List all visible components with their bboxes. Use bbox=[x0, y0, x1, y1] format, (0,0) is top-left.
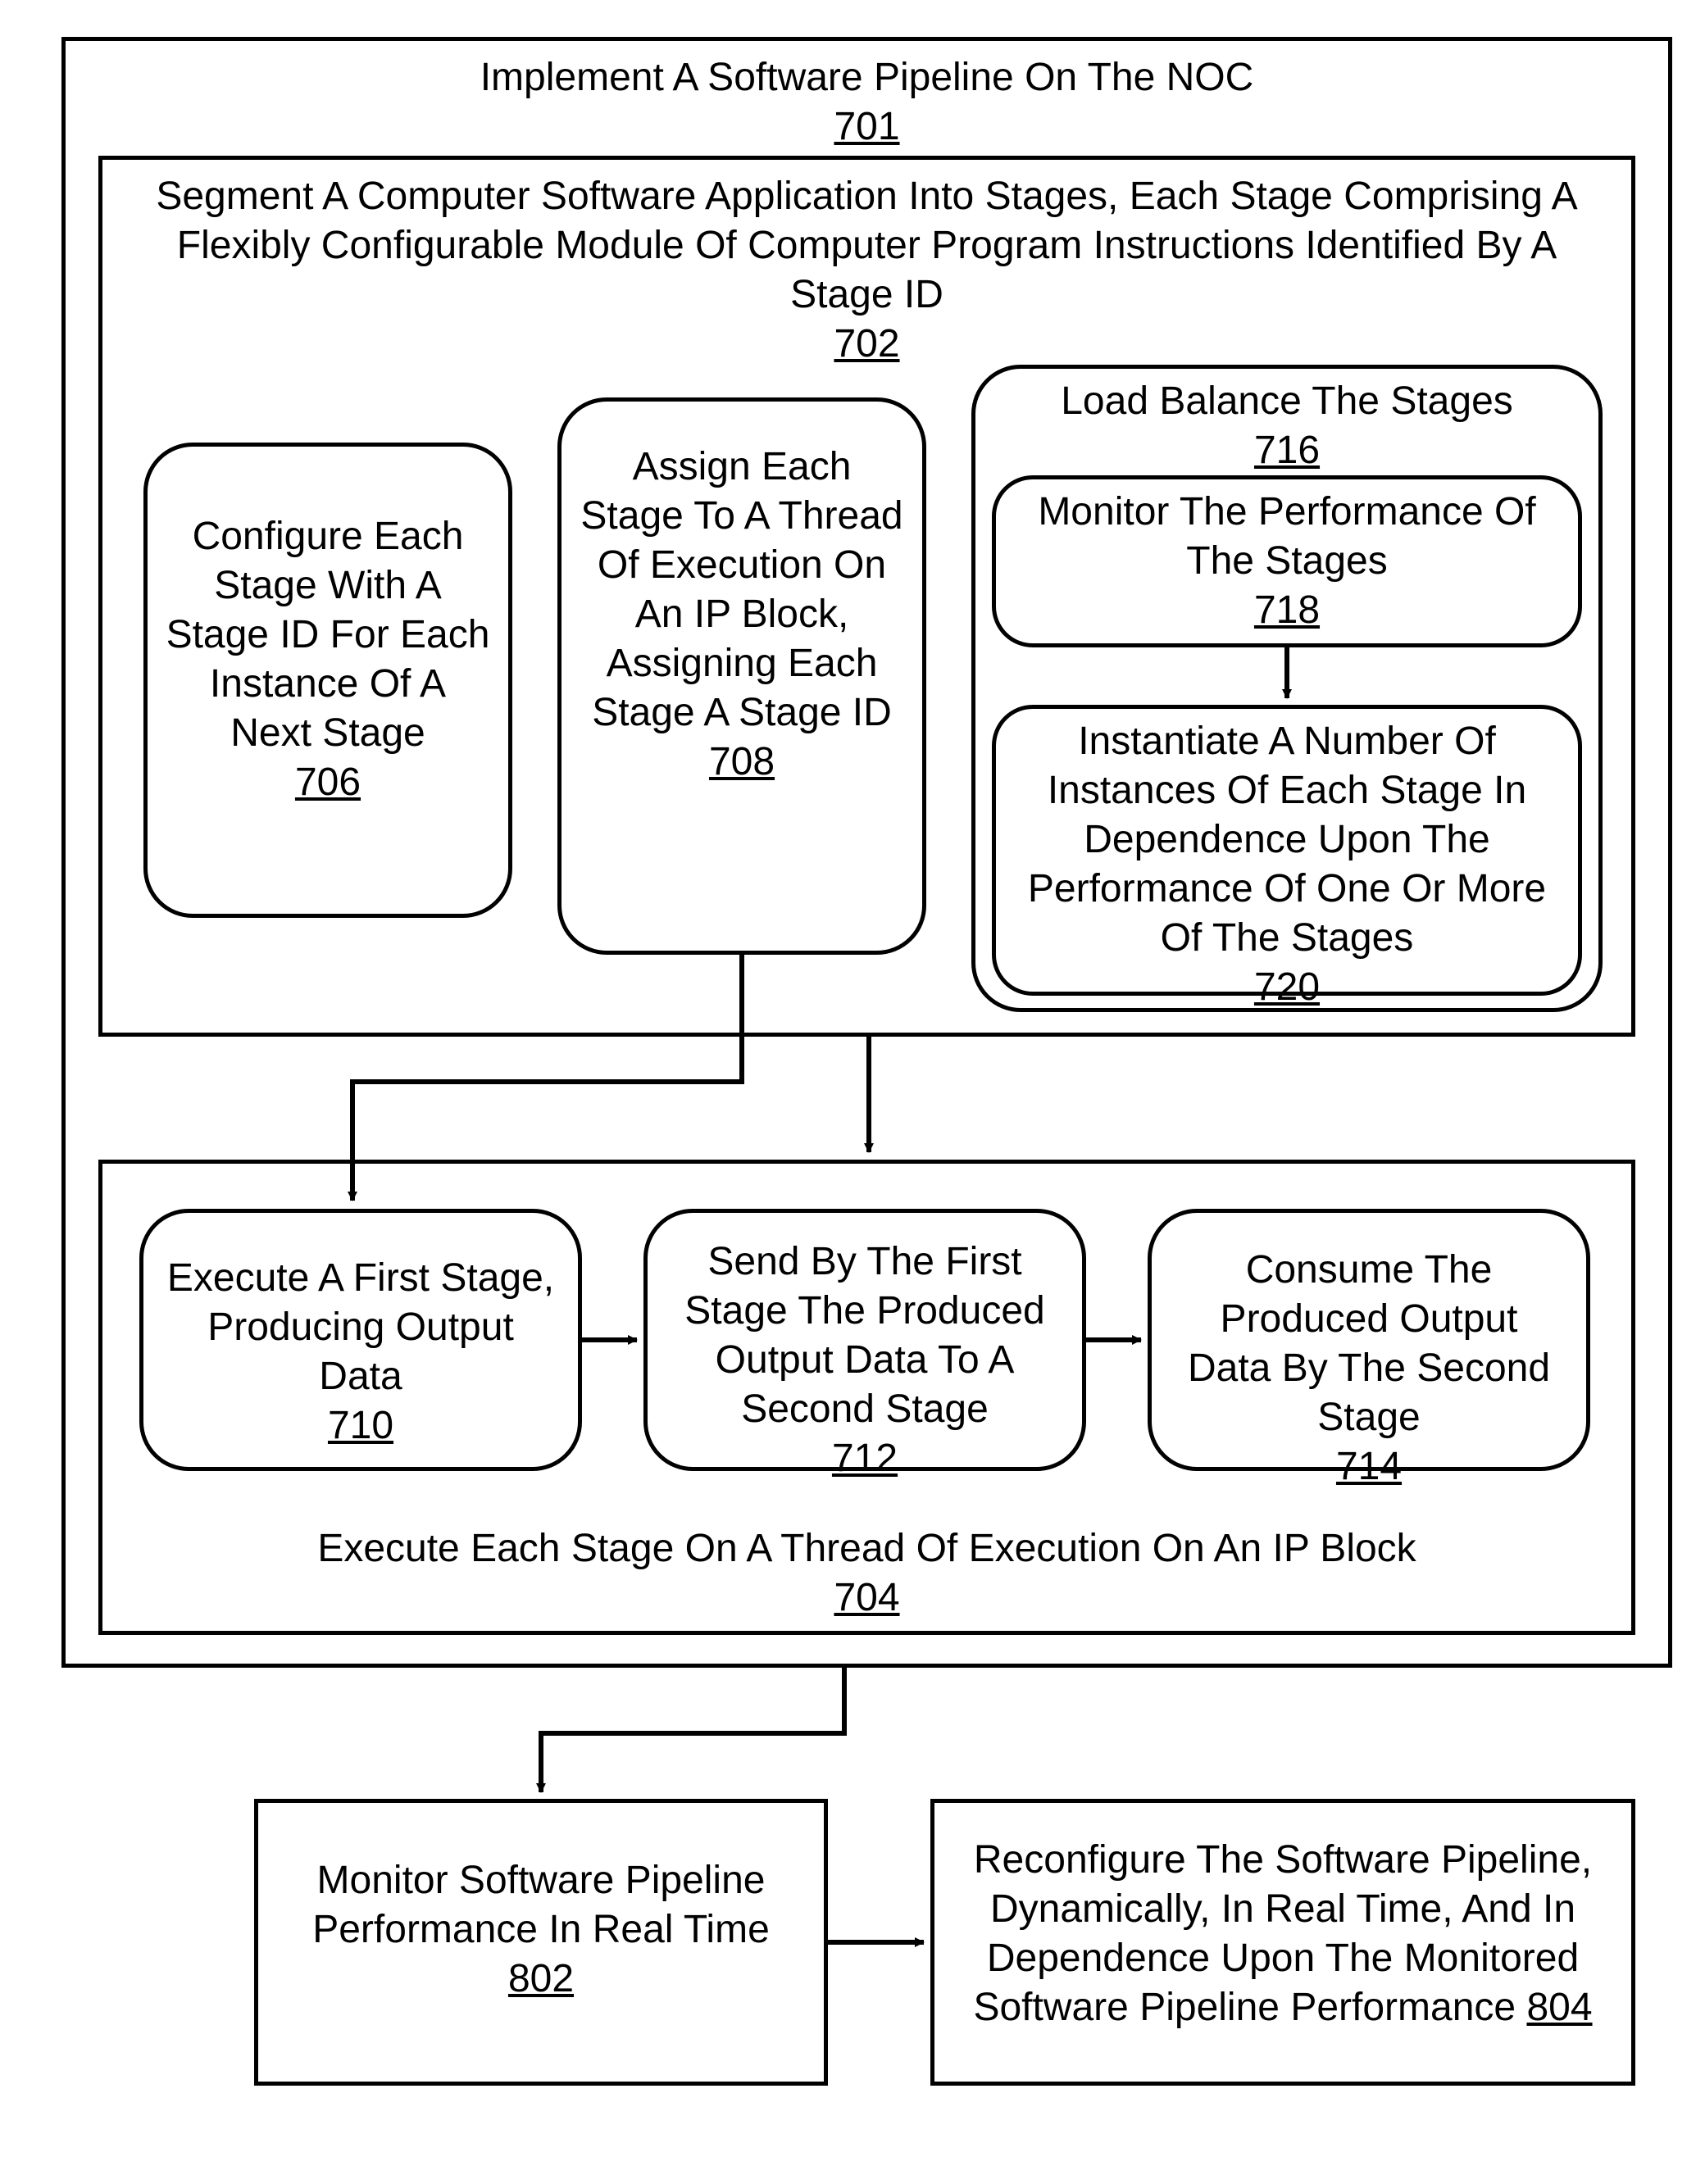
block-702-text: Segment A Computer Software Application … bbox=[156, 175, 1577, 316]
block-704-ref: 704 bbox=[834, 1576, 899, 1619]
block-718-text: Monitor The Performance Of The Stages bbox=[1038, 490, 1535, 583]
block-720: Instantiate A Number Of Instances Of Eac… bbox=[992, 705, 1582, 996]
block-716-text: Load Balance The Stages bbox=[1061, 379, 1513, 423]
block-718-ref: 718 bbox=[1254, 588, 1320, 632]
block-720-text: Instantiate A Number Of Instances Of Eac… bbox=[1028, 720, 1546, 960]
block-718: Monitor The Performance Of The Stages 71… bbox=[992, 475, 1582, 647]
block-710-ref: 710 bbox=[328, 1404, 393, 1447]
block-714-text: Consume The Produced Output Data By The … bbox=[1188, 1248, 1550, 1439]
block-708-ref: 708 bbox=[709, 740, 775, 783]
block-704-text: Execute Each Stage On A Thread Of Execut… bbox=[317, 1527, 1416, 1570]
block-720-ref: 720 bbox=[1254, 965, 1320, 1009]
flowchart-canvas: Implement A Software Pipeline On The NOC… bbox=[0, 0, 1705, 2184]
block-702-ref: 702 bbox=[834, 322, 899, 366]
block-710-text: Execute A First Stage, Producing Output … bbox=[167, 1256, 554, 1398]
block-706-text: Configure Each Stage With A Stage ID For… bbox=[166, 515, 490, 755]
block-712-text: Send By The First Stage The Produced Out… bbox=[684, 1240, 1044, 1431]
block-701-text: Implement A Software Pipeline On The NOC bbox=[480, 56, 1254, 99]
block-701-ref: 701 bbox=[834, 105, 899, 148]
block-802: Monitor Software Pipeline Performance In… bbox=[254, 1799, 828, 2086]
block-804-ref: 804 bbox=[1526, 1986, 1592, 2029]
block-708-text: Assign Each Stage To A Thread Of Executi… bbox=[580, 445, 903, 734]
block-804-text: Reconfigure The Software Pipeline, Dynam… bbox=[973, 1838, 1592, 2029]
block-706: Configure Each Stage With A Stage ID For… bbox=[143, 443, 512, 918]
block-804: Reconfigure The Software Pipeline, Dynam… bbox=[930, 1799, 1635, 2086]
block-802-ref: 802 bbox=[508, 1957, 574, 2000]
block-706-ref: 706 bbox=[295, 761, 361, 804]
block-714-ref: 714 bbox=[1336, 1445, 1402, 1488]
block-712: Send By The First Stage The Produced Out… bbox=[643, 1209, 1086, 1471]
block-708: Assign Each Stage To A Thread Of Executi… bbox=[557, 397, 926, 955]
block-710: Execute A First Stage, Producing Output … bbox=[139, 1209, 582, 1471]
block-714: Consume The Produced Output Data By The … bbox=[1148, 1209, 1590, 1471]
block-802-text: Monitor Software Pipeline Performance In… bbox=[312, 1859, 770, 1951]
block-716-ref: 716 bbox=[1254, 429, 1320, 472]
block-712-ref: 712 bbox=[832, 1437, 898, 1480]
